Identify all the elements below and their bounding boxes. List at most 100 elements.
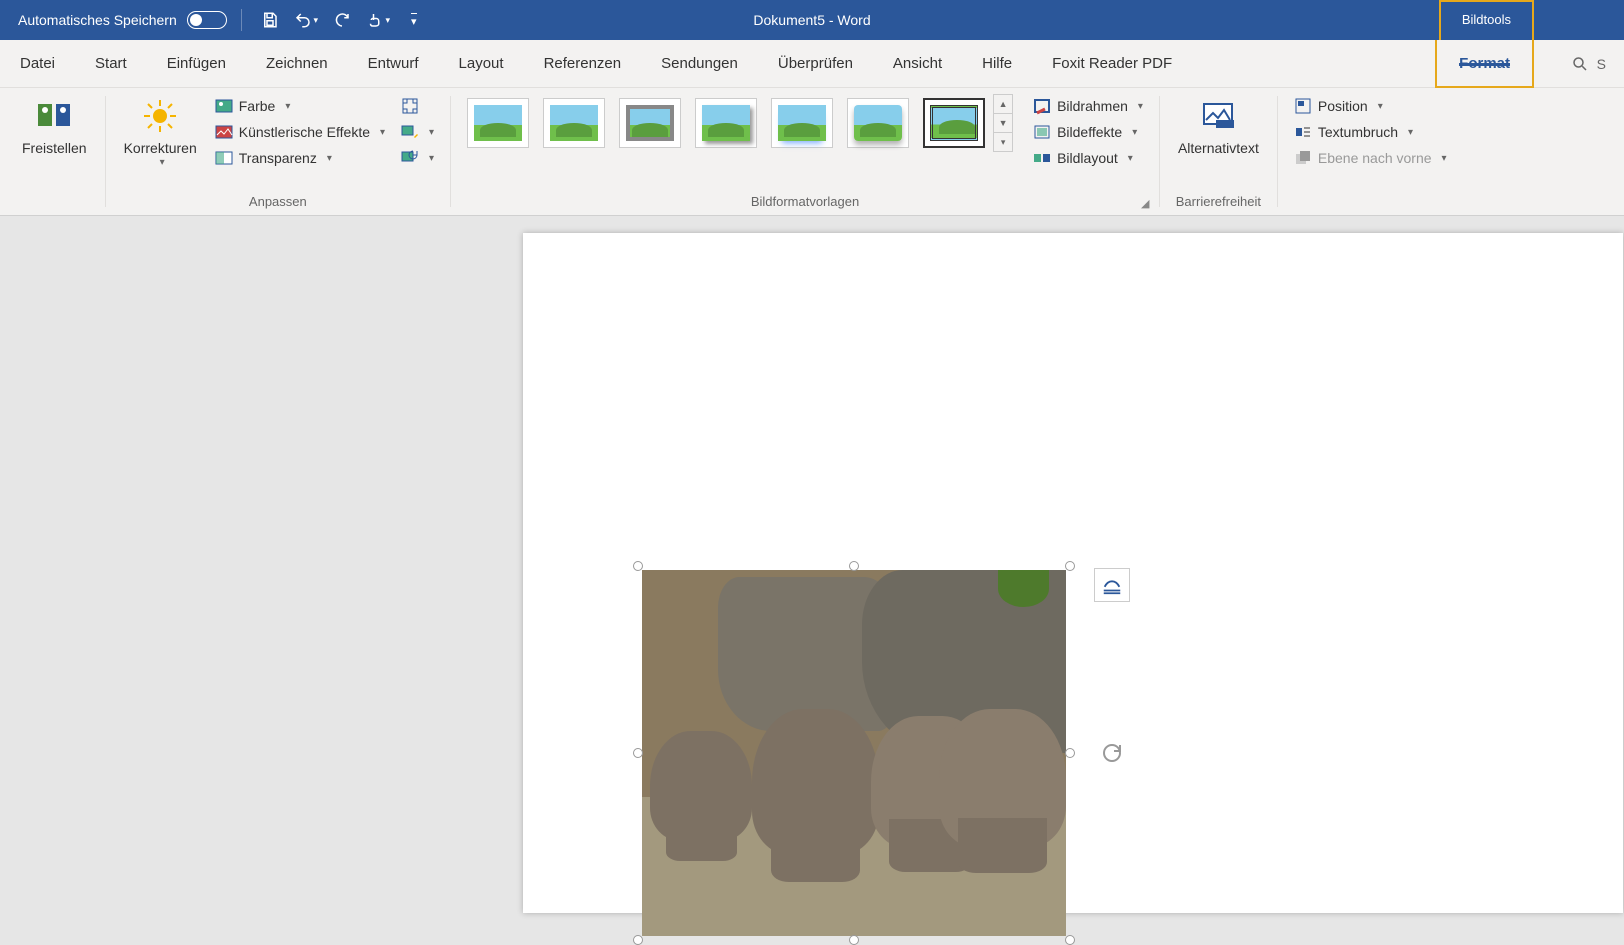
- resize-handle-bm[interactable]: [849, 935, 859, 945]
- tab-hilfe[interactable]: Hilfe: [962, 40, 1032, 87]
- button-label: Künstlerische Effekte: [239, 124, 370, 140]
- layout-options-button[interactable]: [1094, 568, 1130, 602]
- corrections-button[interactable]: Korrekturen ▾: [116, 94, 205, 172]
- selected-picture[interactable]: [638, 566, 1070, 940]
- picture-style-1[interactable]: [467, 98, 529, 148]
- button-label: Bildrahmen: [1057, 98, 1128, 114]
- button-label: Ebene nach vorne: [1318, 150, 1432, 166]
- tab-datei[interactable]: Datei: [0, 40, 75, 87]
- anpassen-icons-column: ▾ ▾: [395, 94, 440, 170]
- text-wrap-button[interactable]: Textumbruch ▾: [1288, 120, 1453, 144]
- change-picture-button[interactable]: ▾: [395, 120, 440, 144]
- tab-start[interactable]: Start: [75, 40, 147, 87]
- color-button[interactable]: Farbe ▾: [209, 94, 391, 118]
- customize-qat-button[interactable]: ▾: [400, 6, 428, 34]
- picture-style-5[interactable]: [771, 98, 833, 148]
- toggle-switch-off-icon[interactable]: [187, 11, 227, 29]
- remove-background-icon: [36, 98, 72, 134]
- resize-handle-tm[interactable]: [849, 561, 859, 571]
- picture-format-column: Bildrahmen ▾ Bildeffekte ▾ Bildlayout ▾: [1027, 94, 1149, 170]
- picture-border-button[interactable]: Bildrahmen ▾: [1027, 94, 1149, 118]
- chevron-down-icon: ▾: [1128, 153, 1133, 164]
- autosave-toggle[interactable]: Automatisches Speichern: [18, 11, 227, 29]
- save-icon[interactable]: [256, 6, 284, 34]
- gallery-expand[interactable]: ▾: [994, 133, 1012, 151]
- transparency-button[interactable]: Transparenz ▾: [209, 146, 391, 170]
- picture-border-icon: [1033, 97, 1051, 115]
- remove-background-button[interactable]: Freistellen: [14, 94, 95, 161]
- chevron-down-icon: ▾: [285, 101, 290, 112]
- tab-layout[interactable]: Layout: [439, 40, 524, 87]
- gallery-scroll-up[interactable]: ▲: [994, 95, 1012, 114]
- ribbon-tab-strip: Datei Start Einfügen Zeichnen Entwurf La…: [0, 40, 1624, 88]
- tab-referenzen[interactable]: Referenzen: [524, 40, 642, 87]
- button-label: Freistellen: [22, 140, 87, 157]
- compress-icon: [401, 97, 419, 115]
- picture-styles-gallery: ▲ ▼ ▾: [461, 94, 1013, 152]
- group-anpassen: Freistellen: [0, 88, 105, 215]
- picture-style-2[interactable]: [543, 98, 605, 148]
- gallery-scroll-down[interactable]: ▼: [994, 114, 1012, 133]
- tell-me-search[interactable]: S: [1571, 55, 1606, 73]
- resize-handle-tl[interactable]: [633, 561, 643, 571]
- context-tab-label: Bildtools: [1444, 4, 1529, 35]
- tab-format[interactable]: Format: [1437, 55, 1532, 72]
- layout-options-icon: [1101, 574, 1123, 596]
- redo-button[interactable]: [328, 6, 356, 34]
- resize-handle-ml[interactable]: [633, 748, 643, 758]
- bring-forward-button[interactable]: Ebene nach vorne ▾: [1288, 146, 1453, 170]
- resize-handle-bl[interactable]: [633, 935, 643, 945]
- compress-pictures-button[interactable]: [395, 94, 440, 118]
- group-label: Bildformatvorlagen: [751, 194, 859, 213]
- picture-effects-icon: [1033, 123, 1051, 141]
- tab-ansicht[interactable]: Ansicht: [873, 40, 962, 87]
- picture-tools-context-tab: Bildtools: [1439, 0, 1534, 40]
- button-label: Bildeffekte: [1057, 124, 1122, 140]
- picture-style-7[interactable]: [923, 98, 985, 148]
- chevron-down-icon[interactable]: ▾: [386, 15, 391, 26]
- ribbon: Freistellen Korrekturen ▾ Farbe ▾: [0, 88, 1624, 216]
- picture-style-6[interactable]: [847, 98, 909, 148]
- button-label: Alternativtext: [1178, 140, 1259, 157]
- tab-format-highlight: Format: [1435, 40, 1534, 88]
- artistic-effects-icon: [215, 123, 233, 141]
- tab-zeichnen[interactable]: Zeichnen: [246, 40, 348, 87]
- tab-entwurf[interactable]: Entwurf: [348, 40, 439, 87]
- alt-text-button[interactable]: Alternativtext: [1170, 94, 1267, 161]
- picture-bg: [998, 570, 1049, 607]
- artistic-effects-button[interactable]: Künstlerische Effekte ▾: [209, 120, 391, 144]
- chevron-down-icon: ▾: [327, 153, 332, 164]
- tab-ueberpruefen[interactable]: Überprüfen: [758, 40, 873, 87]
- position-button[interactable]: Position ▾: [1288, 94, 1453, 118]
- picture-content: [642, 570, 1066, 936]
- picture-bg: [752, 709, 879, 855]
- button-label: Transparenz: [239, 150, 317, 166]
- tab-einfuegen[interactable]: Einfügen: [147, 40, 246, 87]
- picture-layout-button[interactable]: Bildlayout ▾: [1027, 146, 1149, 170]
- resize-handle-mr[interactable]: [1065, 748, 1075, 758]
- picture-style-3[interactable]: [619, 98, 681, 148]
- autosave-label: Automatisches Speichern: [18, 12, 177, 28]
- group-bildformatvorlagen: ▲ ▼ ▾ Bildrahmen ▾ Bildeffekte ▾: [451, 88, 1159, 215]
- group-label: [1368, 194, 1372, 213]
- rotate-handle-icon[interactable]: [1100, 741, 1124, 765]
- chevron-down-icon[interactable]: ▾: [314, 15, 319, 26]
- picture-style-4[interactable]: [695, 98, 757, 148]
- undo-button[interactable]: ▾: [292, 6, 320, 34]
- chevron-down-icon: ▾: [1378, 101, 1383, 112]
- anpassen-column: Farbe ▾ Künstlerische Effekte ▾ Transpar…: [209, 94, 391, 170]
- resize-handle-br[interactable]: [1065, 935, 1075, 945]
- tab-sendungen[interactable]: Sendungen: [641, 40, 758, 87]
- picture-effects-button[interactable]: Bildeffekte ▾: [1027, 120, 1149, 144]
- chevron-down-icon: ▾: [1138, 101, 1143, 112]
- resize-handle-tr[interactable]: [1065, 561, 1075, 571]
- gallery-scrollbar: ▲ ▼ ▾: [993, 94, 1013, 152]
- touch-mode-button[interactable]: ▾: [364, 6, 392, 34]
- dialog-launcher-icon[interactable]: ◢: [1141, 197, 1155, 211]
- document-canvas[interactable]: [0, 216, 1624, 897]
- search-icon: [1571, 55, 1589, 73]
- button-label: Bildlayout: [1057, 150, 1118, 166]
- tab-foxit[interactable]: Foxit Reader PDF: [1032, 40, 1192, 87]
- reset-picture-button[interactable]: ▾: [395, 146, 440, 170]
- picture-color-icon: [215, 97, 233, 115]
